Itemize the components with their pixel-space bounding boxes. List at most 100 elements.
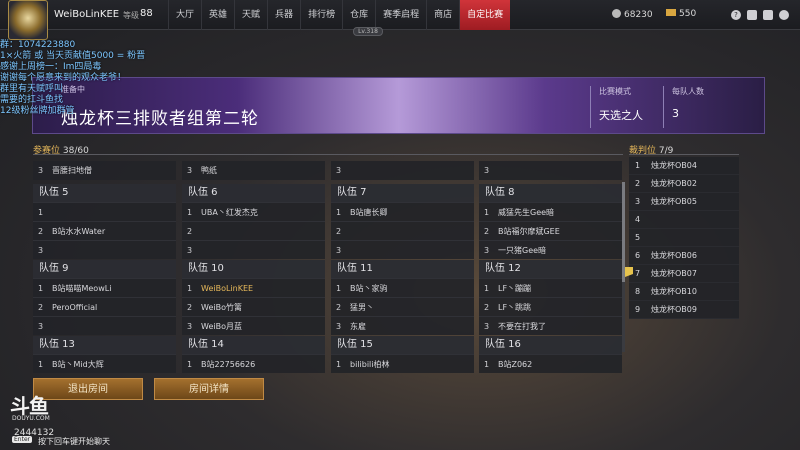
team-card[interactable]: 队伍 14 1 B站22756626	[182, 336, 325, 373]
referee-slot[interactable]: 6 烛龙杯OB06	[629, 247, 739, 265]
player-slot[interactable]: 3	[331, 240, 474, 259]
teams-scrollbar[interactable]	[622, 182, 625, 352]
referee-slot[interactable]: 8 烛龙杯OB10	[629, 283, 739, 301]
coin-value: 68230	[624, 10, 653, 20]
player-slot[interactable]: 2 B站福尔摩斌GEE	[479, 221, 622, 240]
player-slot[interactable]: 2 PeroOfficial	[33, 297, 176, 316]
exit-room-button[interactable]: 退出房间	[33, 378, 143, 400]
player-name: LF丶跳跳	[498, 303, 532, 312]
slot-number: 1	[38, 284, 44, 293]
player-slot[interactable]: 3 一只猪Gee暗	[479, 240, 622, 259]
nav-custom-match[interactable]: 自定比赛	[459, 0, 511, 30]
referee-list: 1 烛龙杯OB04 2 烛龙杯OB02 3 烛龙杯OB05 4 5 6 烛龙杯OB06 …	[625, 157, 739, 319]
settings-icon[interactable]	[779, 10, 789, 20]
team-size: 每队人数 3	[663, 86, 743, 128]
player-slot[interactable]: 1 威猛先生Gee暗	[479, 202, 622, 221]
referee-slot[interactable]: 9 烛龙杯OB09	[629, 301, 739, 319]
nav-rankings[interactable]: 排行榜	[300, 0, 342, 30]
player-name: B站唐长卿	[350, 208, 388, 217]
room-details-button[interactable]: 房间详情	[154, 378, 264, 400]
team-card[interactable]: 队伍 15 1 bilibili柏林	[331, 336, 474, 373]
player-slot[interactable]: 1 B站丶Mid大辉	[33, 354, 176, 373]
overlay-line: 感谢上周榜一：Im四局毒	[0, 62, 102, 72]
player-slot[interactable]: 1 bilibili柏林	[331, 354, 474, 373]
overlay-line: 群：1074223880	[0, 40, 76, 50]
team-card[interactable]: 队伍 8 1 威猛先生Gee暗 2 B站福尔摩斌GEE 3 一只猪Gee暗	[479, 184, 622, 259]
referee-slot[interactable]: 1 烛龙杯OB04	[629, 157, 739, 175]
team-card[interactable]: 队伍 13 1 B站丶Mid大辉	[33, 336, 176, 373]
player-slot[interactable]: 1 B站喵喵MeowLi	[33, 278, 176, 297]
slot-number: 1	[187, 208, 193, 217]
team-card[interactable]: 队伍 10 1 WeiBoLinKEE 2 WeiBo竹篱 3 WeiBo月蓝	[182, 260, 325, 335]
player-slot[interactable]: 2 猛男丶	[331, 297, 474, 316]
referee-name: 烛龙杯OB04	[651, 161, 697, 170]
player-slot[interactable]: 2	[182, 221, 325, 240]
nav-talents[interactable]: 天赋	[234, 0, 267, 30]
chat-hint[interactable]: 按下回车键开始聊天	[38, 436, 110, 447]
nav-lobby[interactable]: 大厅	[168, 0, 201, 30]
referee-slot[interactable]: 2 烛龙杯OB02	[629, 175, 739, 193]
player-slot[interactable]: 3 晋腰扫地僧	[33, 161, 176, 180]
player-slot[interactable]: 2	[331, 221, 474, 240]
player-slot[interactable]: 3	[331, 161, 474, 180]
slot-number: 2	[38, 303, 44, 312]
player-slot[interactable]: 3 WeiBo月蓝	[182, 316, 325, 335]
team-card[interactable]: 队伍 16 1 B站Z062	[479, 336, 622, 373]
player-slot[interactable]: 3 鸭纸	[182, 161, 325, 180]
player-slot[interactable]: 3	[33, 316, 176, 335]
avatar[interactable]	[8, 0, 48, 40]
stream-overlay: 群：1074223880 1×火箭 或 当天贡献值5000 = 粉晋 感谢上周榜…	[0, 40, 200, 117]
coin-icon	[612, 9, 621, 18]
player-slot[interactable]: 2 B站水水Water	[33, 221, 176, 240]
mail-icon[interactable]	[747, 10, 757, 20]
gold-balance: 550	[666, 9, 696, 19]
referee-slot[interactable]: 3 烛龙杯OB05	[629, 193, 739, 211]
player-slot[interactable]: 3 东雇	[331, 316, 474, 335]
top-bar: WeiBoLinKEE 等级 88 大厅 英雄 天赋 兵器 排行榜 仓库 赛季启…	[0, 0, 800, 40]
help-icon[interactable]: ?	[731, 10, 741, 20]
slot-number: 5	[635, 233, 641, 242]
slot-number: 3	[336, 246, 342, 255]
team-partial: 3	[331, 161, 474, 180]
referee-slot-self[interactable]: 7 烛龙杯OB07	[625, 265, 739, 283]
player-slot[interactable]: 1 UBA丶红发杰克	[182, 202, 325, 221]
player-slot[interactable]: 1 LF丶蹦蹦	[479, 278, 622, 297]
player-slot[interactable]: 1 B站Z062	[479, 354, 622, 373]
player-name: UBA丶红发杰克	[201, 208, 258, 217]
player-slot[interactable]: 1 B站丶家驹	[331, 278, 474, 297]
team-card[interactable]: 队伍 12 1 LF丶蹦蹦 2 LF丶跳跳 3 不要在打我了	[479, 260, 622, 335]
player-slot[interactable]: 2 WeiBo竹篱	[182, 297, 325, 316]
slot-number: 1	[336, 208, 342, 217]
team-card[interactable]: 队伍 6 1 UBA丶红发杰克 2 3	[182, 184, 325, 259]
player-name: B站喵喵MeowLi	[52, 284, 112, 293]
player-slot[interactable]: 3	[182, 240, 325, 259]
player-name: 威猛先生Gee暗	[498, 208, 555, 217]
slot-number: 3	[484, 166, 490, 175]
referee-name: 烛龙杯OB07	[651, 269, 697, 278]
scrollbar-thumb[interactable]	[622, 182, 625, 282]
friends-icon[interactable]	[763, 10, 773, 20]
player-slot[interactable]: 1 B站22756626	[182, 354, 325, 373]
nav-season[interactable]: 赛季启程	[375, 0, 426, 30]
nav-weapons[interactable]: 兵器	[267, 0, 300, 30]
team-card[interactable]: 队伍 9 1 B站喵喵MeowLi 2 PeroOfficial 3	[33, 260, 176, 335]
referee-slot[interactable]: 5	[629, 229, 739, 247]
team-card[interactable]: 队伍 11 1 B站丶家驹 2 猛男丶 3 东雇	[331, 260, 474, 335]
team-card[interactable]: 队伍 5 1 2 B站水水Water 3	[33, 184, 176, 259]
player-slot[interactable]: 3	[479, 161, 622, 180]
nav-warehouse[interactable]: 仓库	[342, 0, 375, 30]
nav-heroes[interactable]: 英雄	[201, 0, 234, 30]
player-slot[interactable]: 1	[33, 202, 176, 221]
enter-key-icon: Enter	[12, 436, 33, 443]
slot-number: 2	[187, 227, 193, 236]
referee-slot[interactable]: 4	[629, 211, 739, 229]
player-slot[interactable]: 3	[33, 240, 176, 259]
player-slot[interactable]: 3 不要在打我了	[479, 316, 622, 335]
player-slot-self[interactable]: 1 WeiBoLinKEE	[182, 278, 325, 297]
player-name: 一只猪Gee暗	[498, 246, 547, 255]
player-slot[interactable]: 2 LF丶跳跳	[479, 297, 622, 316]
player-slot[interactable]: 1 B站唐长卿	[331, 202, 474, 221]
coin-balance: 68230	[612, 9, 653, 20]
nav-shop[interactable]: 商店	[426, 0, 459, 30]
team-card[interactable]: 队伍 7 1 B站唐长卿 2 3	[331, 184, 474, 259]
